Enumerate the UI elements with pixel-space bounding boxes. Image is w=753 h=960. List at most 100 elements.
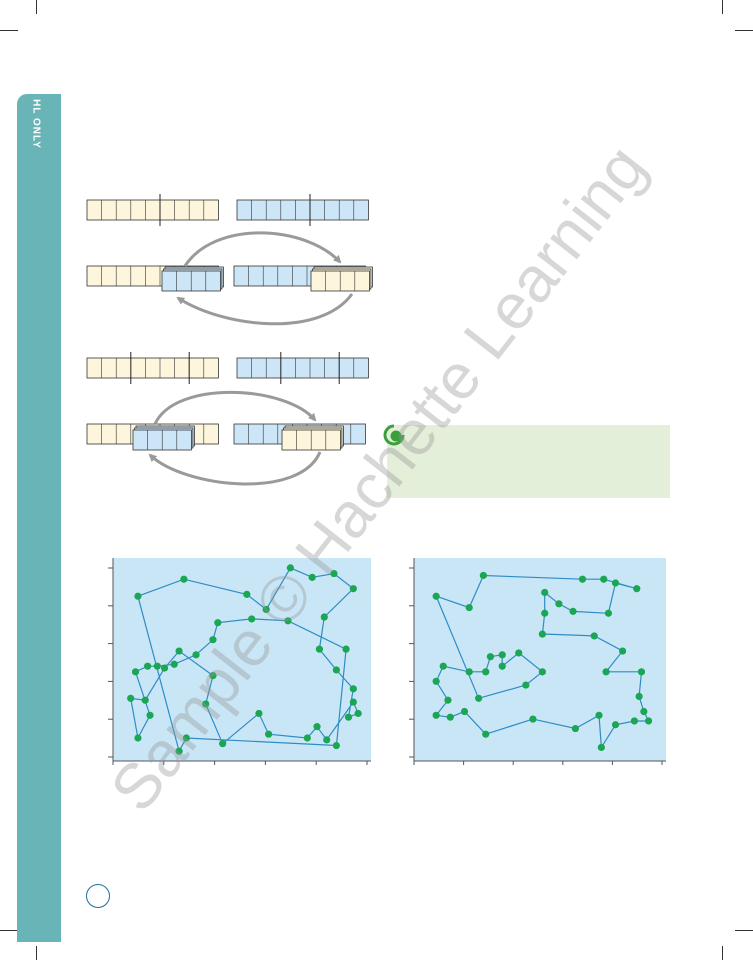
city-point xyxy=(644,717,653,725)
city-point xyxy=(182,734,190,742)
city-point xyxy=(243,590,251,598)
city-point xyxy=(541,588,549,597)
city-point xyxy=(214,619,222,627)
swap-arrow xyxy=(176,293,354,326)
city-point xyxy=(202,700,210,708)
city-point xyxy=(640,707,648,716)
plot-area xyxy=(414,558,666,761)
city-point xyxy=(349,698,357,706)
city-point xyxy=(262,605,270,614)
city-point xyxy=(619,647,627,655)
route-plot-after xyxy=(409,558,666,765)
city-point xyxy=(255,709,263,718)
city-point xyxy=(482,668,490,676)
crop-mark xyxy=(735,930,753,931)
crop-mark xyxy=(36,946,37,960)
city-point xyxy=(630,717,638,725)
swapped-segment xyxy=(310,266,373,292)
parent-b-chromosome xyxy=(236,352,369,384)
city-point xyxy=(160,664,169,672)
swapped-segment xyxy=(132,425,195,451)
city-point xyxy=(308,573,316,581)
parent-b-chromosome xyxy=(236,194,369,226)
city-point xyxy=(515,649,523,657)
city-point xyxy=(498,651,506,659)
city-point xyxy=(541,609,549,617)
city-point xyxy=(432,592,440,600)
city-point xyxy=(127,694,135,702)
city-point xyxy=(175,747,183,755)
city-point xyxy=(444,696,452,704)
city-point xyxy=(332,741,340,750)
city-point xyxy=(180,575,188,583)
city-point xyxy=(209,636,217,644)
city-point xyxy=(555,600,563,608)
city-point xyxy=(209,672,217,680)
city-point xyxy=(248,615,256,623)
city-point xyxy=(219,740,227,748)
city-point xyxy=(349,585,357,593)
city-point xyxy=(498,662,506,670)
city-point xyxy=(284,617,292,625)
city-point xyxy=(141,696,149,704)
city-point xyxy=(323,736,331,744)
city-point xyxy=(134,592,142,600)
city-point xyxy=(595,711,603,719)
city-point xyxy=(529,715,537,723)
city-point xyxy=(146,711,154,719)
city-point xyxy=(265,730,273,738)
city-point xyxy=(604,609,613,617)
city-point xyxy=(475,694,483,702)
city-point xyxy=(460,707,469,716)
city-point xyxy=(342,645,350,653)
city-point xyxy=(611,579,620,587)
city-point xyxy=(153,662,161,670)
city-point xyxy=(446,713,454,721)
city-point xyxy=(637,668,646,676)
city-point xyxy=(170,660,178,668)
city-point xyxy=(522,681,530,689)
city-point xyxy=(465,603,473,612)
city-point xyxy=(175,647,183,655)
city-point xyxy=(192,651,200,659)
city-point xyxy=(633,585,641,593)
city-point xyxy=(315,645,324,653)
swap-arrow xyxy=(148,451,322,486)
parent-a-chromosome xyxy=(86,352,219,384)
city-point xyxy=(635,692,643,701)
swapped-segment xyxy=(161,266,224,292)
city-point xyxy=(578,575,587,583)
city-point xyxy=(354,709,362,718)
city-point xyxy=(602,668,610,676)
city-point xyxy=(320,613,328,621)
city-point xyxy=(286,564,294,572)
swap-arrow xyxy=(153,390,317,425)
city-point xyxy=(303,734,311,742)
page-number-circle xyxy=(86,884,110,908)
city-point xyxy=(439,662,447,670)
swapped-segment xyxy=(281,425,344,451)
city-point xyxy=(590,632,598,640)
city-point xyxy=(482,730,490,738)
city-point xyxy=(134,734,142,742)
city-point xyxy=(538,630,546,638)
city-point xyxy=(611,721,620,729)
route-plot-before xyxy=(108,558,371,765)
city-point xyxy=(344,713,353,721)
city-point xyxy=(432,677,440,685)
city-point xyxy=(479,571,487,580)
plot-area xyxy=(113,558,371,761)
city-point xyxy=(569,607,577,615)
city-point xyxy=(538,668,546,676)
city-point xyxy=(432,711,440,719)
city-point xyxy=(600,575,608,583)
city-point xyxy=(486,653,495,661)
green-circle-icon xyxy=(383,424,405,446)
city-point xyxy=(571,724,579,733)
city-point xyxy=(465,668,473,676)
crop-mark xyxy=(722,946,723,960)
swap-arrow xyxy=(183,231,342,267)
parent-a-chromosome xyxy=(86,194,219,226)
crop-mark xyxy=(0,930,18,931)
city-point xyxy=(330,569,338,578)
